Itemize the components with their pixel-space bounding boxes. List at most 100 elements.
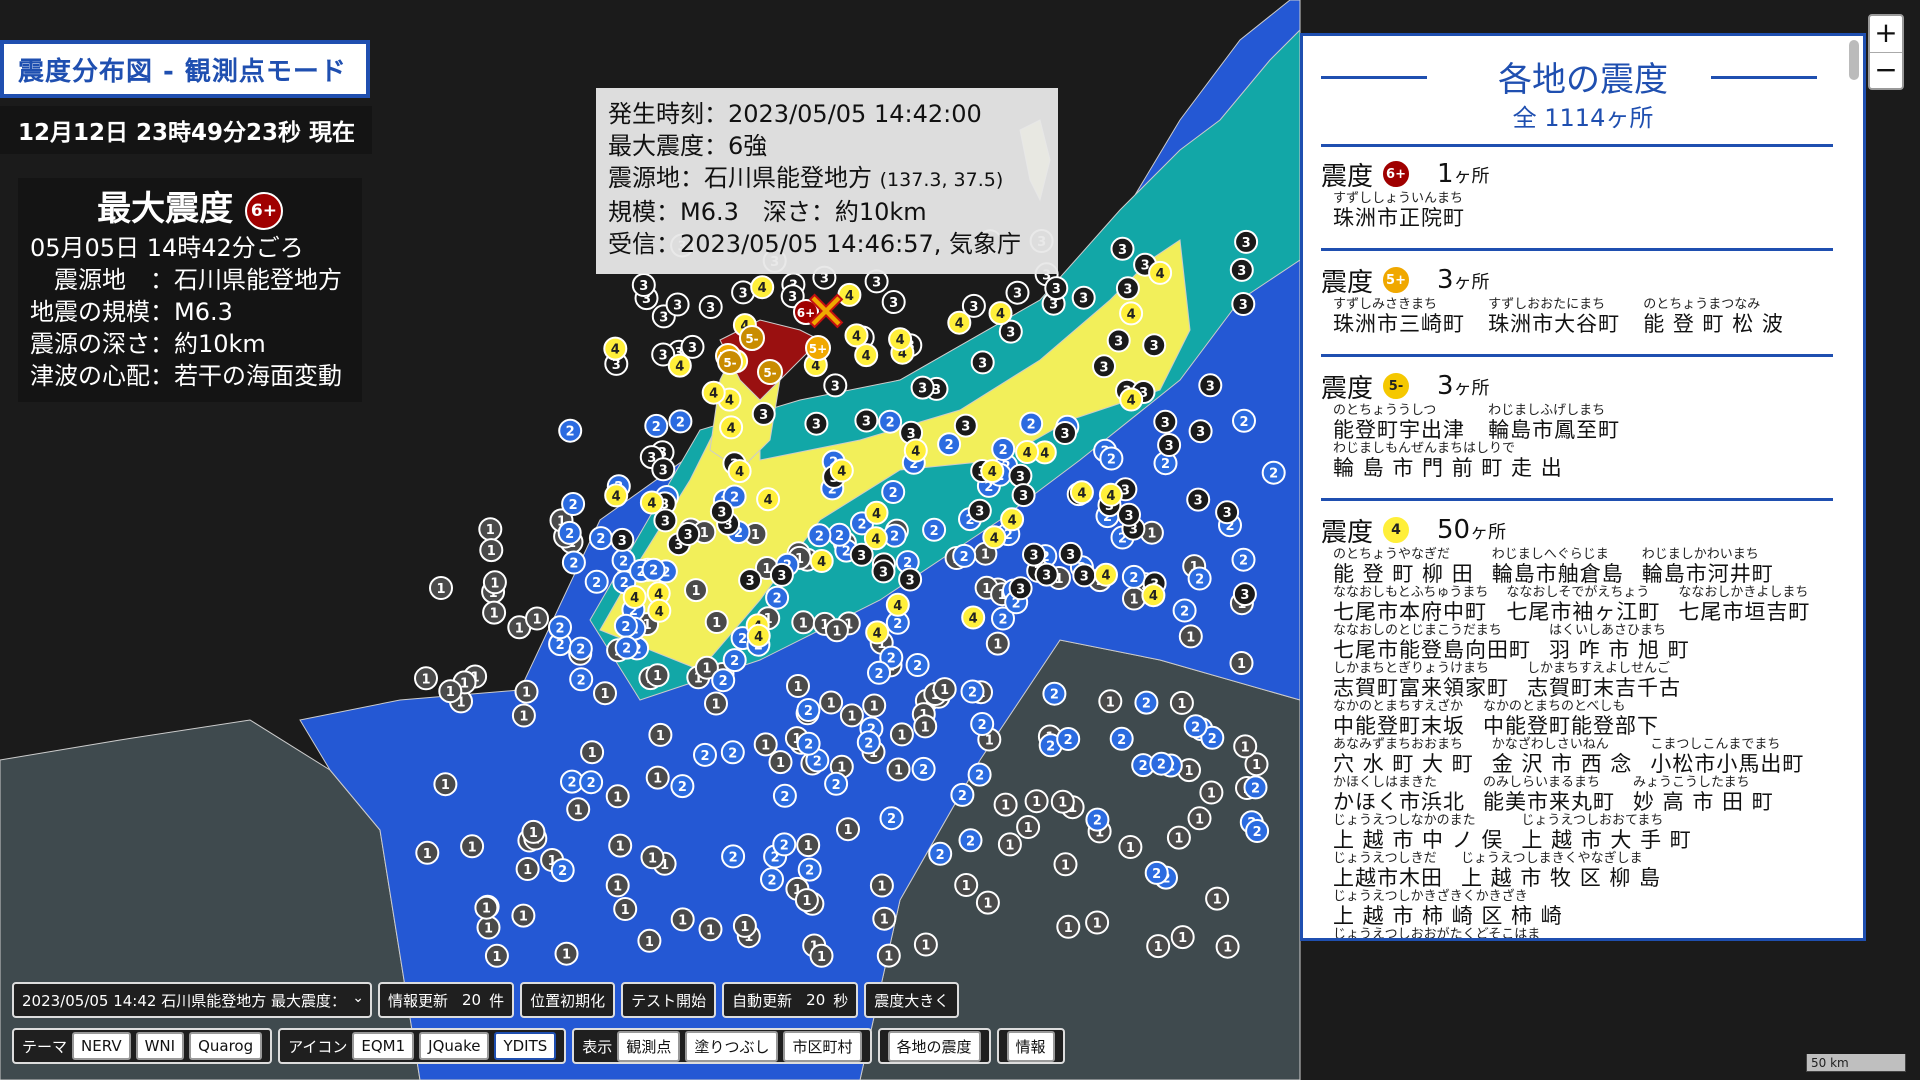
event-select[interactable]: 2023/05/05 14:42 石川県能登地方 最大震度： ⌄ [12, 982, 372, 1018]
summary-magnitude: 地震の規模：M6.3 [30, 298, 233, 326]
place-item[interactable]: じょうえつしきだ 上越市木田 [1333, 852, 1443, 891]
station-marker-label: 2 [1117, 733, 1126, 748]
section-header: 震度 4 50ヶ所 [1321, 512, 1833, 548]
station-marker-label: 2 [738, 632, 747, 647]
place-item[interactable]: じょうえつしまきくやなぎしま上 越 市 牧 区 柳 島 [1461, 852, 1661, 891]
display-station-button[interactable]: 観測点 [617, 1030, 681, 1062]
station-marker-label: 2 [592, 576, 601, 591]
place-item[interactable]: のとちょううしつ 能登町宇出津 [1333, 404, 1465, 443]
station-marker-label: 2 [556, 638, 565, 653]
place-item[interactable]: かなざわしさいねん金 沢 市 西 念 [1492, 738, 1633, 777]
section-count: 1ヶ所 [1437, 159, 1490, 189]
panel-divider [1321, 144, 1833, 147]
station-marker-label: 2 [978, 718, 987, 733]
place-item[interactable]: しかまちとぎりょうけまち 志賀町富来領家町 [1333, 662, 1509, 701]
place-name: 輪島市河井町 [1641, 562, 1774, 586]
station-marker-label: 2 [1142, 697, 1151, 712]
place-item[interactable]: ななおしもとふちゅうまち 七尾市本府中町 [1333, 586, 1488, 625]
station-marker-label: 2 [842, 545, 851, 560]
theme-nerv-button[interactable]: NERV [72, 1032, 131, 1060]
place-item[interactable]: はくいしあさひまち羽 咋 市 旭 町 [1549, 624, 1690, 663]
station-marker-label: 1 [1005, 838, 1014, 853]
place-item[interactable]: みょうこうしたまち妙 高 市 田 町 [1633, 776, 1774, 815]
place-item[interactable]: のみしらいまるまち 能美市来丸町 [1483, 776, 1615, 815]
station-marker-label: 4 [1023, 446, 1032, 461]
station-marker-label: 1 [423, 847, 432, 862]
place-item[interactable]: のとちょうまつなみ能 登 町 松 波 [1643, 298, 1784, 337]
station-marker-label: 1 [621, 903, 630, 918]
place-item[interactable]: のとちょうやなぎだ能 登 町 柳 田 [1333, 548, 1474, 587]
station-marker-label: 2 [919, 763, 928, 778]
info-update-value[interactable]: 20 [462, 991, 481, 1009]
count-unit: ヶ所 [1470, 522, 1507, 543]
place-item[interactable]: すずしおおたにまち 珠洲市大谷町 [1488, 298, 1620, 337]
station-marker-label: 4 [764, 493, 773, 508]
place-item[interactable]: わじましかわいまち 輪島市河井町 [1641, 548, 1774, 587]
place-item[interactable]: わじましもんぜんまちはしりで輪 島 市 門 前 町 走 出 [1333, 442, 1563, 481]
zoom-in-button[interactable]: + [1870, 16, 1902, 53]
reset-position-button[interactable]: 位置初期化 [520, 982, 616, 1018]
tooltip-epicenter: 震源地：石川県能登地方 [608, 164, 872, 192]
info-update-control[interactable]: 情報更新 20 件 [378, 982, 515, 1018]
station-marker-label: 2 [558, 864, 567, 879]
place-item[interactable]: すずしみさきまち 珠洲市三崎町 [1333, 297, 1465, 337]
regional-intensity-panel[interactable]: 各地の震度 全 1114ヶ所 震度 6+ 1ヶ所 すずししょういんまち 珠洲市正院… [1300, 33, 1866, 941]
place-item[interactable]: かほくしはまきた かほく市浜北 [1333, 776, 1465, 815]
display-group: 表示 観測点 塗りつぶし 市区町村 [572, 1028, 872, 1064]
place-item[interactable]: なかのとまちのとべしも 中能登町能登部下 [1483, 700, 1659, 739]
icon-ydits-button[interactable]: YDITS [494, 1032, 557, 1060]
station-marker-label: 2 [886, 416, 895, 431]
info-button[interactable]: 情報 [996, 1028, 1065, 1064]
place-name: 中能登町能登部下 [1483, 714, 1659, 738]
display-fill-button[interactable]: 塗りつぶし [685, 1030, 779, 1062]
place-item[interactable]: なかのとまちすえざか 中能登町末坂 [1333, 700, 1465, 739]
place-item[interactable]: こまつしこんまでまち 小松市小馬出町 [1650, 738, 1804, 777]
display-label: 表示 [582, 1037, 613, 1056]
place-item[interactable]: しかまちすえよしせんご 志賀町末吉千古 [1527, 662, 1681, 701]
place-item[interactable]: ななおしのとじまこうだまち 七尾市能登島向田町 [1333, 624, 1531, 663]
station-marker-label: 3 [1016, 582, 1025, 597]
icon-jquake-button[interactable]: JQuake [419, 1032, 490, 1060]
enlarge-intensity-button[interactable]: 震度大きく [864, 982, 960, 1018]
theme-wni-button[interactable]: WNI [135, 1032, 185, 1060]
regional-intensity-button[interactable]: 各地の震度 [877, 1028, 991, 1064]
place-item[interactable]: わじましへぐらじま 輪島市舳倉島 [1492, 548, 1624, 587]
station-marker-label: 1 [1024, 821, 1033, 836]
station-marker-label: 1 [613, 879, 622, 894]
place-ruby: すずしみさきまち [1333, 297, 1438, 312]
station-marker-label: 2 [1050, 688, 1059, 703]
station-marker-label: 2 [999, 443, 1008, 458]
zoom-out-button[interactable]: − [1870, 53, 1902, 89]
station-marker-label: 1 [880, 913, 889, 928]
auto-update-value[interactable]: 20 [806, 991, 825, 1009]
station-marker-label: 2 [729, 850, 738, 865]
station-marker-label: 4 [896, 333, 905, 348]
station-marker-label: 3 [1066, 548, 1075, 563]
place-item[interactable]: すずししょういんまち 珠洲市正院町 [1333, 192, 1465, 231]
icon-eqm1-button[interactable]: EQM1 [352, 1032, 415, 1060]
place-name: 上越市木田 [1333, 866, 1443, 890]
theme-quarog-button[interactable]: Quarog [189, 1032, 263, 1060]
station-marker-label: 1 [490, 576, 499, 591]
station-marker-label: 3 [746, 574, 755, 589]
place-item[interactable]: ななおしそでがえちょう 七尾市袖ヶ江町 [1506, 586, 1660, 625]
station-marker-label: 2 [835, 529, 844, 544]
test-start-button[interactable]: テスト開始 [621, 982, 717, 1018]
place-item[interactable]: じょうえつしなかのまた上 越 市 中 ノ 俣 [1333, 814, 1503, 853]
station-marker-label: 1 [648, 851, 657, 866]
station-marker-label: 2 [890, 530, 899, 545]
place-item[interactable]: わじましふげしまち 輪島市鳳至町 [1488, 404, 1620, 443]
auto-update-control[interactable]: 自動更新 20 秒 [722, 982, 859, 1018]
place-item[interactable]: じょうえつしかきざきくかきざき上 越 市 柿 崎 区 柿 崎 [1333, 890, 1563, 929]
station-marker-label: 1 [843, 823, 852, 838]
place-item[interactable]: じょうえつしおおてまち上 越 市 大 手 町 [1521, 814, 1691, 853]
display-municipality-button[interactable]: 市区町村 [783, 1030, 862, 1062]
station-marker-label: 2 [576, 643, 585, 658]
place-item[interactable]: じょうえつしおおがたくどそこはま上 越 市 大 潟 区 土 底 浜 [1333, 928, 1592, 939]
place-item[interactable]: あなみずまちおおまち穴 水 町 大 町 [1333, 738, 1474, 777]
place-list: のとちょううしつ 能登町宇出津 わじましふげしまち 輪島市鳳至町 わじましもんぜんま… [1321, 404, 1833, 481]
summary-tsunami: 津波の心配：若干の海面変動 [30, 362, 342, 390]
intensity-badge: 5+ [1381, 265, 1412, 295]
station-marker-label: 3 [739, 286, 748, 301]
place-item[interactable]: ななおしかきよしまち 七尾市垣吉町 [1678, 586, 1810, 625]
